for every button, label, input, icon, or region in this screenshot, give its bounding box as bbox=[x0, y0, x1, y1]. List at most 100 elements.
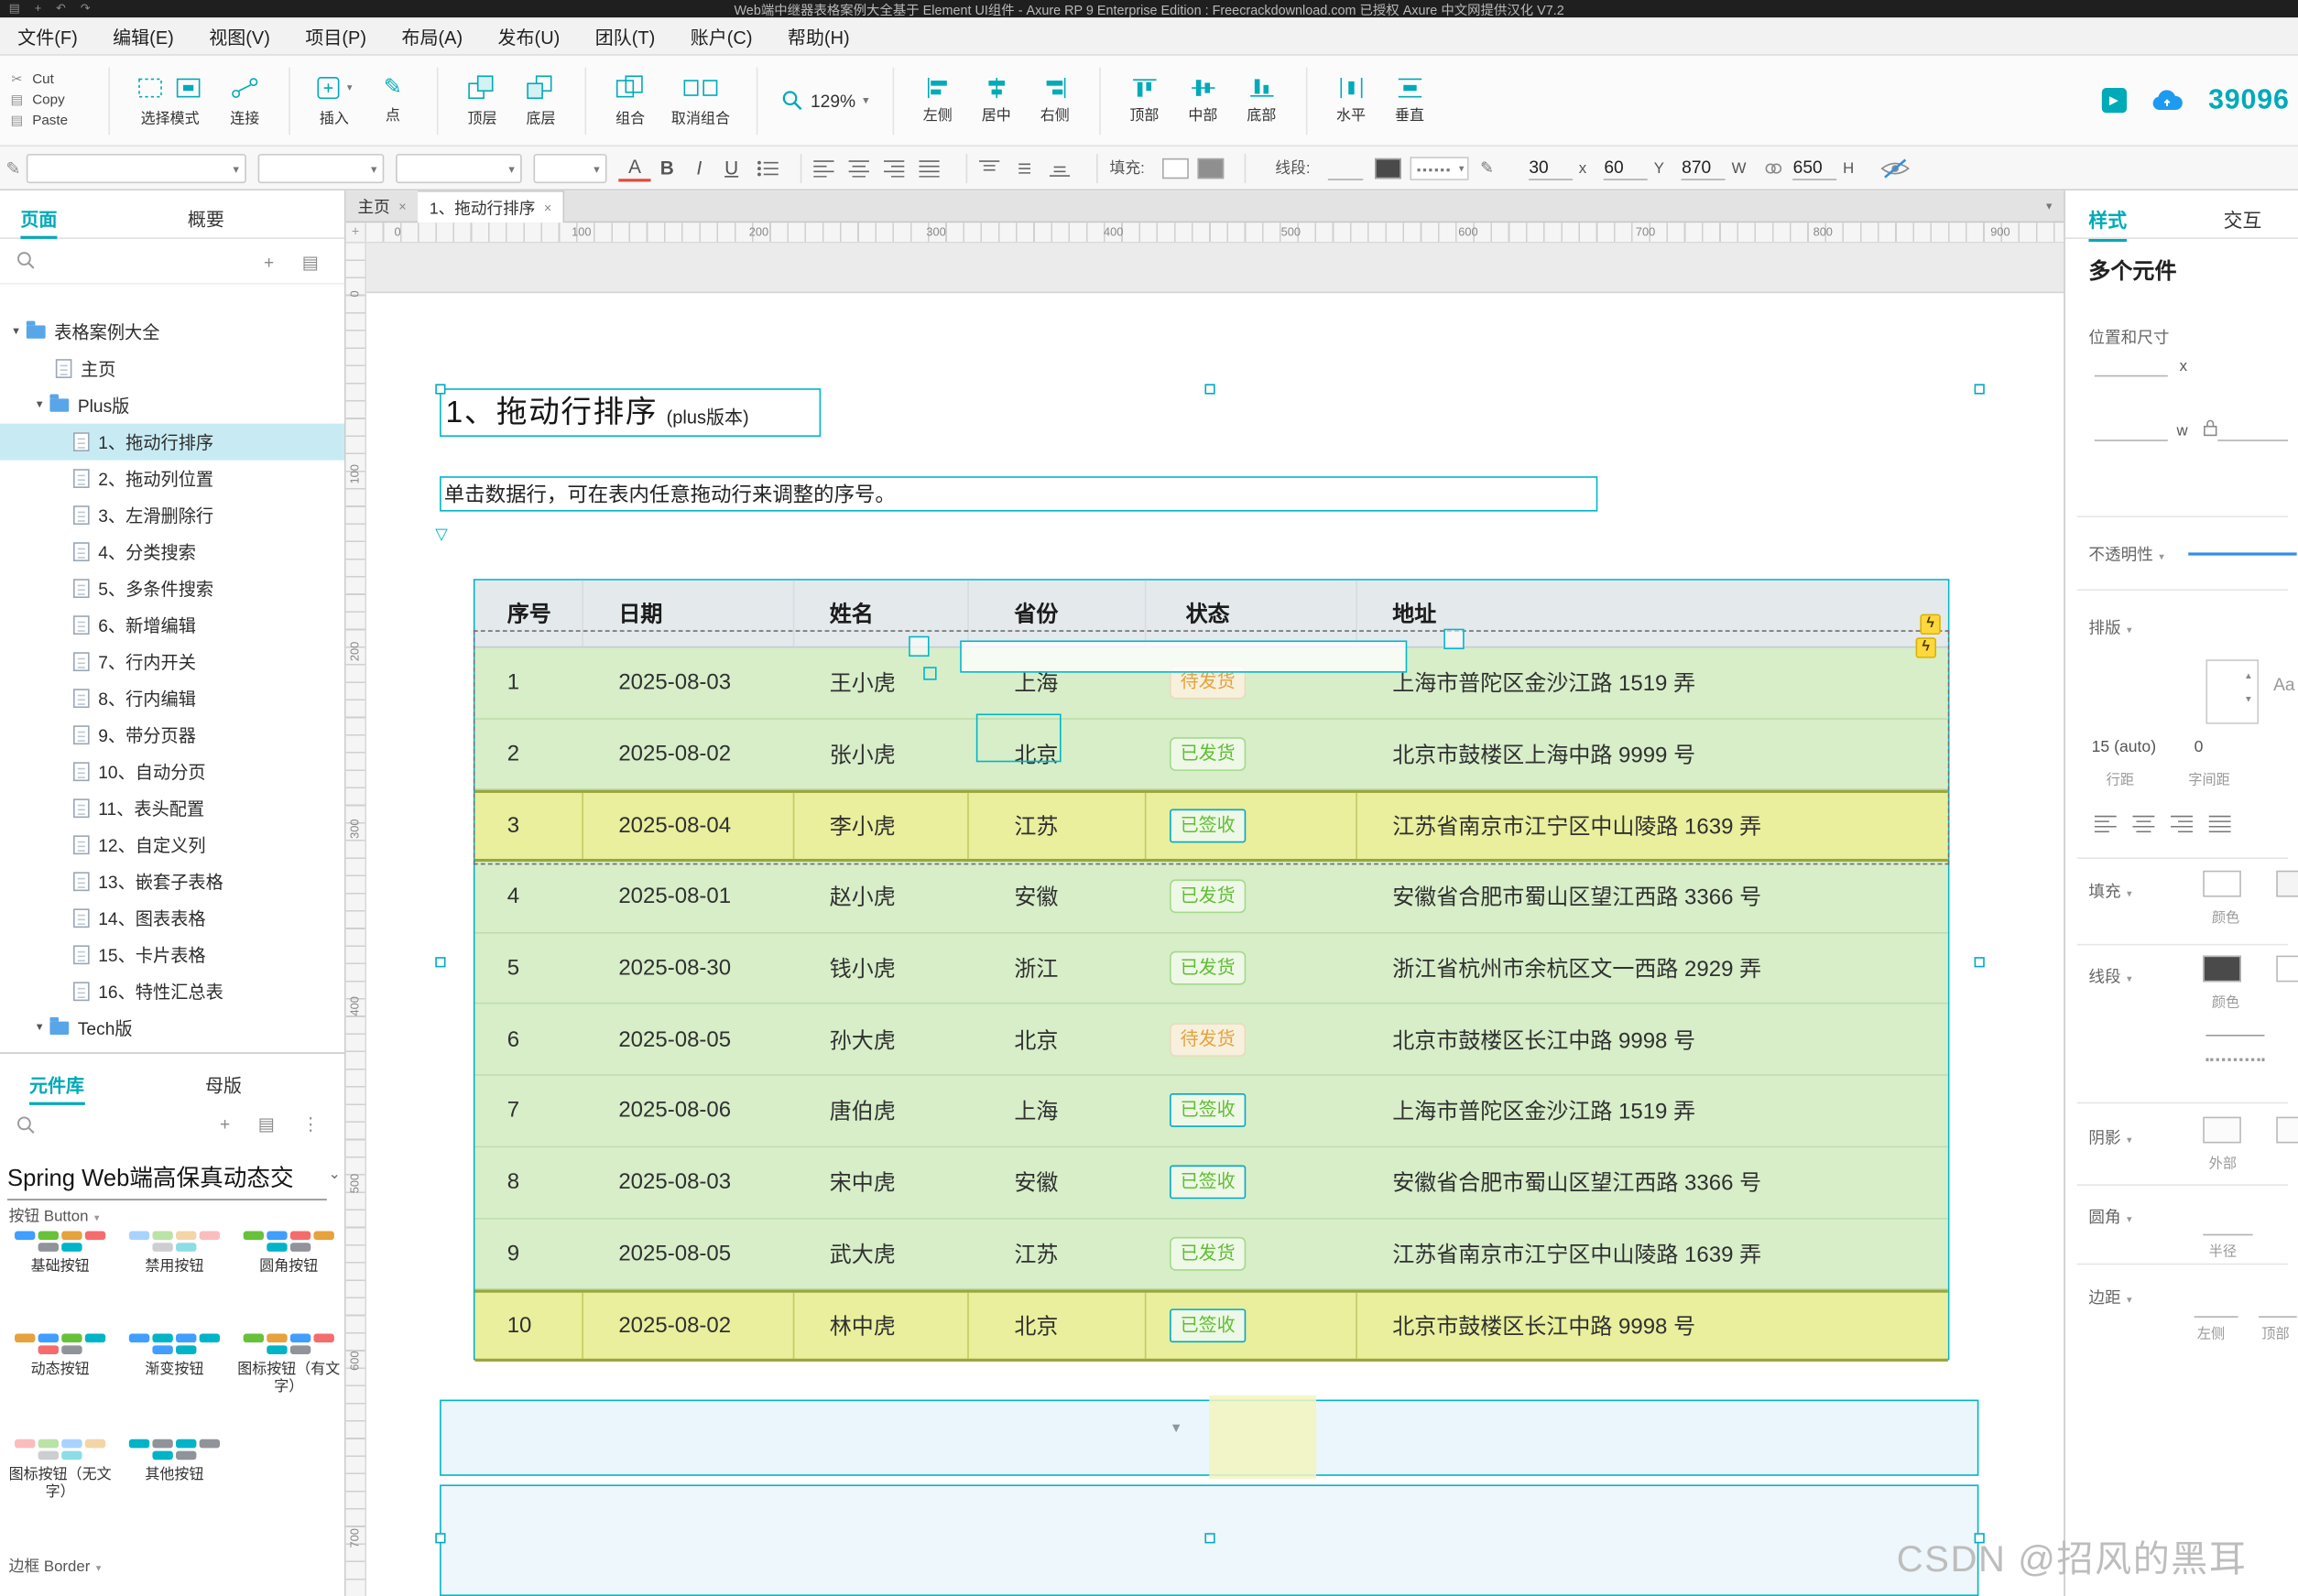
align-center-button[interactable]: 居中 bbox=[967, 77, 1026, 124]
shadow-inner-swatch[interactable] bbox=[2276, 1117, 2298, 1144]
tab-list-caret-icon[interactable]: ▾ bbox=[2046, 200, 2052, 212]
tab-widget-library[interactable]: 元件库 bbox=[29, 1069, 84, 1104]
distribute-vertical-button[interactable]: 垂直 bbox=[1380, 77, 1439, 124]
collapse-icon[interactable]: ▼ bbox=[9, 327, 24, 337]
selection-handle[interactable] bbox=[435, 957, 445, 967]
fill-pattern-swatch[interactable] bbox=[1197, 157, 1224, 178]
tab-masters[interactable]: 母版 bbox=[205, 1069, 242, 1097]
app-menu-icon[interactable]: ▤ bbox=[9, 2, 20, 15]
preview-button[interactable]: ▶ bbox=[2101, 88, 2126, 113]
table-row[interactable]: 42025-08-01赵小虎安徽已发货安徽省合肥市蜀山区望江西路 3366 号 bbox=[474, 862, 1947, 933]
line-spacing-value[interactable]: 15 (auto) bbox=[2092, 739, 2156, 756]
menu-file[interactable]: 文件(F) bbox=[17, 22, 78, 49]
widget-note[interactable]: 单击数据行，可在表内任意拖动行来调整的序号。 bbox=[440, 476, 1597, 511]
library-search-icon[interactable] bbox=[16, 1115, 36, 1135]
library-item-icon-text-button[interactable]: 图标按钮（有文字） bbox=[232, 1334, 346, 1397]
height-field[interactable]: 650 bbox=[1793, 156, 1837, 179]
line-color-swatch[interactable] bbox=[2203, 956, 2241, 983]
tree-page-chart-table[interactable]: 14、图表表格 bbox=[0, 900, 344, 937]
library-item-disabled-button[interactable]: 禁用按钮 bbox=[117, 1232, 232, 1277]
width-field[interactable]: 870 bbox=[1682, 156, 1726, 179]
underline-button[interactable]: U bbox=[715, 157, 747, 179]
share-cloud-icon[interactable] bbox=[2150, 89, 2184, 113]
point-button[interactable]: ✎ 点 bbox=[364, 76, 422, 125]
font-color-button[interactable]: A bbox=[618, 155, 650, 181]
tree-page-feature-summary[interactable]: 16、特性汇总表 bbox=[0, 973, 344, 1010]
menu-view[interactable]: 视图(V) bbox=[209, 22, 270, 49]
y-position-field[interactable]: 60 bbox=[1604, 156, 1648, 179]
library-item-basic-button[interactable]: 基础按钮 bbox=[3, 1232, 117, 1277]
library-item-other-button[interactable]: 其他按钮 bbox=[117, 1439, 232, 1485]
selection-widget-small[interactable] bbox=[1443, 629, 1464, 649]
text-align-right-button[interactable] bbox=[884, 159, 904, 177]
selection-handle[interactable] bbox=[1204, 1533, 1214, 1543]
tab-outline[interactable]: 概要 bbox=[188, 203, 224, 231]
font-family-select[interactable]: ▾ bbox=[396, 153, 522, 182]
repeater-table[interactable]: 序号 日期 姓名 省份 状态 地址 12025-08-03王小虎上海待发货上海市… bbox=[474, 579, 1950, 1360]
tree-page-add-edit[interactable]: 6、新增编辑 bbox=[0, 607, 344, 644]
zoom-control[interactable]: 129% ▾ bbox=[772, 90, 877, 112]
radius-field[interactable] bbox=[2203, 1213, 2252, 1235]
tree-page-inline-switch[interactable]: 7、行内开关 bbox=[0, 644, 344, 680]
line-weight-field[interactable] bbox=[1328, 156, 1363, 179]
add-page-icon[interactable]: + bbox=[264, 252, 274, 272]
tree-page-auto-paging[interactable]: 10、自动分页 bbox=[0, 754, 344, 790]
line-style-select[interactable]: ▾ bbox=[1410, 156, 1468, 179]
fill-color-swatch[interactable] bbox=[2203, 871, 2241, 897]
style-align-right-button[interactable] bbox=[2171, 815, 2193, 832]
design-canvas[interactable]: ▽ 1、拖动行排序 (plus版本) 单击数据行，可在表内任意拖动行来调整的序号… bbox=[366, 244, 2064, 1596]
search-icon[interactable] bbox=[16, 251, 36, 270]
style-h-field[interactable] bbox=[2217, 419, 2288, 441]
section-typography[interactable]: 排版▾ bbox=[2088, 615, 2131, 639]
table-row[interactable]: 72025-08-06唐伯虎上海已签收上海市普陀区金沙江路 1519 弄 bbox=[474, 1076, 1947, 1147]
style-align-center-button[interactable] bbox=[2132, 815, 2154, 832]
hide-widget-icon[interactable] bbox=[1880, 157, 1910, 178]
text-align-center-button[interactable] bbox=[849, 159, 869, 177]
tree-page-header-config[interactable]: 11、表头配置 bbox=[0, 790, 344, 827]
spinner-down-icon[interactable]: ▼ bbox=[2244, 696, 2253, 705]
library-item-dynamic-button[interactable]: 动态按钮 bbox=[3, 1334, 117, 1380]
spinner-up-icon[interactable]: ▲ bbox=[2244, 673, 2253, 682]
library-select[interactable]: Spring Web端高保真动态交 bbox=[7, 1157, 327, 1200]
tree-folder-root[interactable]: ▼表格案例大全 bbox=[0, 314, 344, 351]
section-line[interactable]: 线段▾ bbox=[2088, 964, 2131, 988]
widget-style-select[interactable]: ▾ bbox=[27, 153, 246, 182]
align-top-button[interactable]: 顶部 bbox=[1115, 77, 1173, 124]
drag-ghost-widget[interactable] bbox=[960, 640, 1407, 672]
selection-handle[interactable] bbox=[435, 1533, 445, 1543]
selected-cell-outline[interactable] bbox=[976, 713, 1062, 762]
tree-page-custom-column[interactable]: 12、自定义列 bbox=[0, 827, 344, 863]
bold-button[interactable]: B bbox=[651, 157, 683, 179]
italic-button[interactable]: I bbox=[683, 157, 715, 179]
bring-to-front-button[interactable]: 顶层 bbox=[452, 74, 511, 127]
text-valign-middle-button[interactable] bbox=[1015, 159, 1035, 177]
undo-icon[interactable]: ↶ bbox=[56, 2, 66, 15]
collapse-icon[interactable]: ▼ bbox=[32, 1023, 47, 1033]
tab-interaction[interactable]: 交互 bbox=[2224, 205, 2262, 233]
font-size-spinner[interactable]: ▲ ▼ bbox=[2205, 659, 2259, 723]
style-edit-icon[interactable]: ✎ bbox=[5, 157, 20, 178]
interaction-lightning-icon[interactable]: ϟ bbox=[1920, 614, 1940, 635]
add-folder-icon[interactable]: ▤ bbox=[302, 252, 319, 272]
send-to-back-button[interactable]: 底层 bbox=[512, 74, 571, 127]
x-position-field[interactable]: 30 bbox=[1529, 156, 1573, 179]
tree-page-swipe-delete[interactable]: 3、左滑删除行 bbox=[0, 497, 344, 534]
fill-image-swatch[interactable] bbox=[2276, 871, 2298, 897]
selection-handle[interactable] bbox=[1975, 957, 1985, 967]
copy-button[interactable]: ▤Copy bbox=[9, 92, 94, 109]
text-align-justify-button[interactable] bbox=[919, 159, 939, 177]
section-fill[interactable]: 填充▾ bbox=[2088, 879, 2131, 903]
doc-tab-current[interactable]: 1、拖动行排序× bbox=[418, 190, 565, 223]
menu-layout[interactable]: 布局(A) bbox=[401, 22, 463, 49]
char-spacing-value[interactable]: 0 bbox=[2195, 739, 2204, 756]
table-row-highlighted[interactable]: 32025-08-04李小虎江苏已签收江苏省南京市江宁区中山陵路 1639 弄 bbox=[474, 790, 1947, 862]
tab-pages[interactable]: 页面 bbox=[20, 203, 57, 238]
table-row[interactable]: 92025-08-05武大虎江苏已发货江苏省南京市江宁区中山陵路 1639 弄 bbox=[474, 1219, 1947, 1290]
close-icon[interactable]: × bbox=[398, 200, 406, 214]
pagination-highlight-box[interactable] bbox=[1209, 1395, 1316, 1479]
tree-page-drag-row-sort[interactable]: 1、拖动行排序 bbox=[0, 424, 344, 461]
menu-help[interactable]: 帮助(H) bbox=[788, 22, 850, 49]
pagination-caret-icon[interactable]: ▼ bbox=[1170, 1420, 1182, 1435]
align-right-button[interactable]: 右侧 bbox=[1026, 77, 1084, 124]
collapse-icon[interactable]: ▼ bbox=[32, 400, 47, 410]
